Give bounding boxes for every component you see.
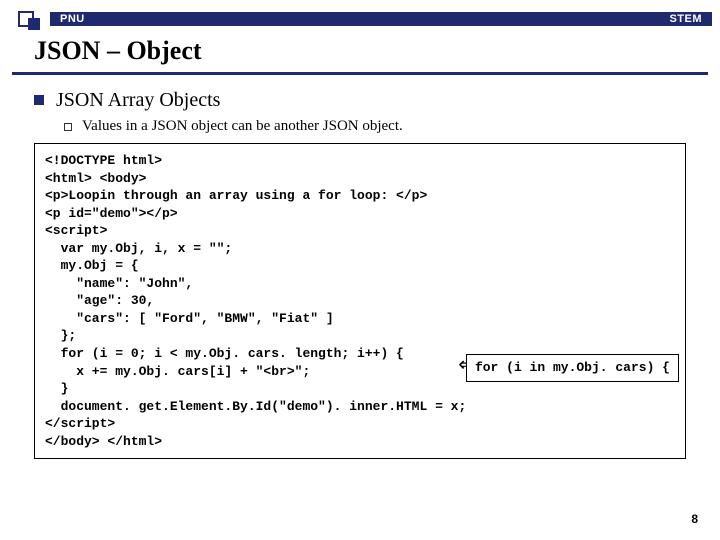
header-rail: PNU STEM — [50, 12, 712, 26]
bullet-level2: Values in a JSON object can be another J… — [64, 118, 686, 135]
code-line: <!DOCTYPE html> — [45, 153, 162, 168]
code-line: my.Obj = { — [45, 258, 139, 273]
logo-square-solid — [28, 18, 40, 30]
code-line: document. get.Element.By.Id("demo"). inn… — [45, 399, 466, 414]
alt-code-box: for (i in my.Obj. cars) { — [466, 354, 679, 382]
code-line: "name": "John", — [45, 276, 193, 291]
code-line: var my.Obj, i, x = ""; — [45, 241, 232, 256]
bullet-open-square-icon — [64, 123, 72, 131]
code-line: <p id="demo"></p> — [45, 206, 178, 221]
code-line: x += my.Obj. cars[i] + "<br>"; — [45, 364, 310, 379]
code-line: <p>Loopin through an array using a for l… — [45, 188, 427, 203]
code-line: </script> — [45, 416, 115, 431]
code-line: <html> <body> — [45, 171, 146, 186]
code-line: <script> — [45, 223, 107, 238]
bullet-square-icon — [34, 95, 44, 105]
code-line: } — [45, 381, 68, 396]
code-block: <!DOCTYPE html> <html> <body> <p>Loopin … — [34, 143, 686, 459]
slide-body: JSON Array Objects Values in a JSON obje… — [8, 75, 712, 459]
code-line: for (i = 0; i < my.Obj. cars. length; i+… — [45, 346, 404, 361]
code-line: "age": 30, — [45, 293, 154, 308]
bullet-level1: JSON Array Objects — [34, 89, 686, 112]
slide-title: JSON – Object — [34, 36, 712, 66]
code-line: </body> </html> — [45, 434, 162, 449]
code-line: }; — [45, 328, 76, 343]
page-number: 8 — [691, 512, 698, 526]
header-left-label: PNU — [60, 13, 85, 25]
header-right-label: STEM — [669, 13, 702, 25]
top-bar: PNU STEM — [8, 8, 712, 30]
bullet-level1-text: JSON Array Objects — [56, 89, 220, 112]
bullet-level2-text: Values in a JSON object can be another J… — [82, 118, 403, 135]
code-line: "cars": [ "Ford", "BMW", "Fiat" ] — [45, 311, 334, 326]
